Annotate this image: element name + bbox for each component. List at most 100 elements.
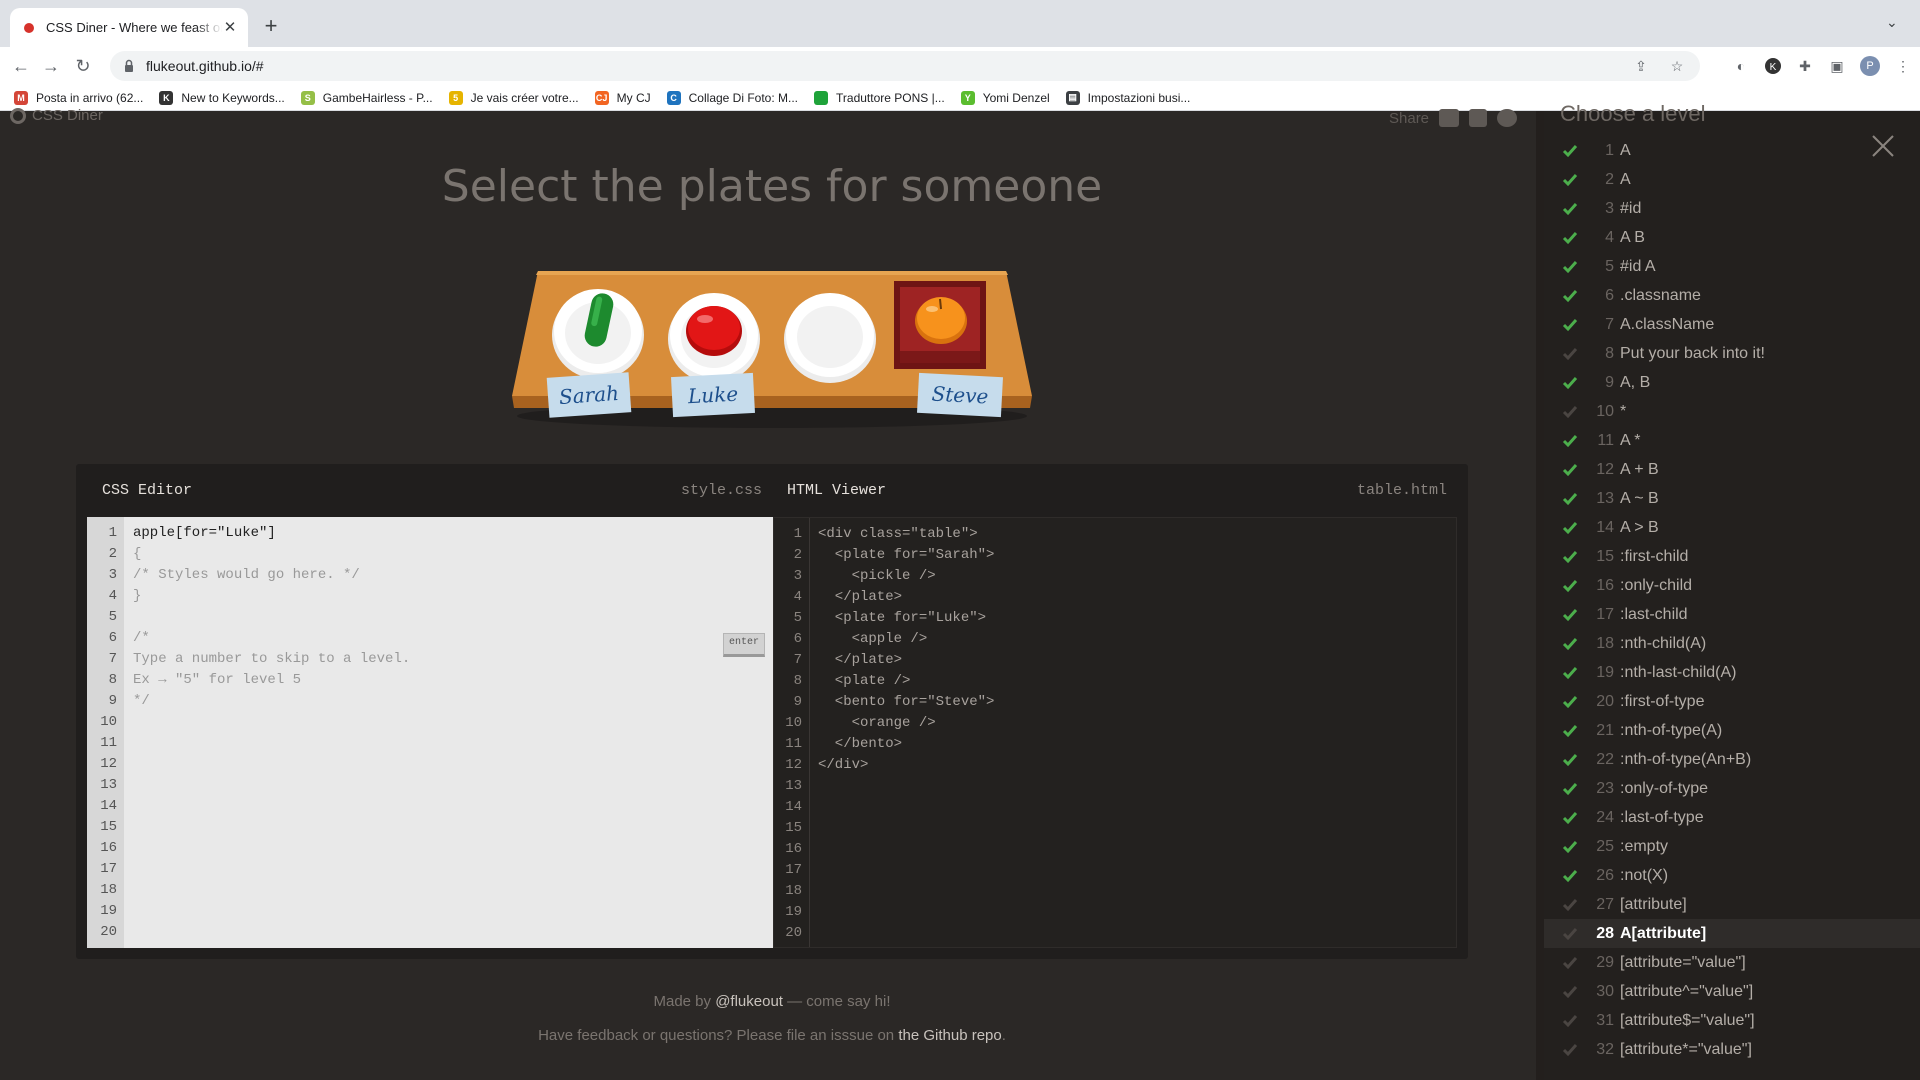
side-panel-icon[interactable]: ▣	[1828, 57, 1846, 75]
plate-empty[interactable]	[782, 289, 878, 385]
level-item-21[interactable]: 21:nth-of-type(A)	[1544, 716, 1920, 745]
level-item-15[interactable]: 15:first-child	[1544, 542, 1920, 571]
forward-icon[interactable]: →	[38, 53, 64, 79]
html-code-line[interactable]: <bento for="Steve">	[818, 694, 995, 710]
browser-tab[interactable]: CSS Diner - Where we feast on CSS ✕	[10, 8, 248, 47]
level-item-12[interactable]: 12 A + B	[1544, 455, 1920, 484]
email-icon[interactable]	[1439, 109, 1460, 127]
level-item-27[interactable]: 27 [attribute]	[1544, 890, 1920, 919]
twitter-icon[interactable]	[1497, 109, 1518, 127]
html-line-number: 12	[785, 757, 802, 773]
close-tab-icon[interactable]: ✕	[222, 19, 238, 36]
level-item-32[interactable]: 32 [attribute*="value"]	[1544, 1035, 1920, 1064]
html-code-line[interactable]: <div class="table">	[818, 526, 978, 542]
html-code-line[interactable]: </bento>	[818, 736, 902, 752]
css-selector-input[interactable]: apple[for="Luke"]	[133, 525, 276, 541]
extension-moon-icon[interactable]: ◐	[1732, 57, 1750, 75]
level-item-24[interactable]: 24:last-of-type	[1544, 803, 1920, 832]
level-item-5[interactable]: 5 #id A	[1544, 252, 1920, 281]
checkmark-icon	[1562, 231, 1578, 244]
browser-menu-icon[interactable]: ⋮	[1894, 57, 1912, 75]
reload-icon[interactable]: ↻	[70, 53, 96, 79]
bookmark-item[interactable]: S GambeHairless - P...	[300, 90, 433, 105]
level-item-26[interactable]: 26:not(X)	[1544, 861, 1920, 890]
level-item-16[interactable]: 16:only-child	[1544, 571, 1920, 600]
bookmark-item[interactable]: 5 Je vais créer votre...	[448, 90, 579, 105]
level-item-11[interactable]: 11 A *	[1544, 426, 1920, 455]
level-item-2[interactable]: 2A	[1544, 165, 1920, 194]
shopify-icon: S	[300, 90, 315, 105]
checkmark-icon	[1562, 608, 1578, 621]
level-item-30[interactable]: 30 [attribute^="value"]	[1544, 977, 1920, 1006]
profile-avatar[interactable]: P	[1860, 56, 1880, 76]
checkmark-icon	[1562, 144, 1578, 157]
level-item-10[interactable]: 10 *	[1544, 397, 1920, 426]
enter-button[interactable]: enter	[723, 633, 765, 657]
checkmark-icon	[1562, 1014, 1578, 1027]
html-code-line[interactable]: </plate>	[818, 652, 902, 668]
github-repo-link[interactable]: the Github repo	[898, 1027, 1001, 1044]
level-item-8[interactable]: 8 Put your back into it!	[1544, 339, 1920, 368]
level-item-19[interactable]: 19:nth-last-child(A)	[1544, 658, 1920, 687]
level-item-22[interactable]: 22:nth-of-type(An+B)	[1544, 745, 1920, 774]
html-code-line[interactable]: <pickle />	[818, 568, 936, 584]
logo[interactable]: CSS Diner	[10, 107, 103, 124]
apple[interactable]	[685, 301, 743, 357]
html-code-line[interactable]: <apple />	[818, 631, 928, 647]
extensions-puzzle-icon[interactable]: ✚	[1796, 57, 1814, 75]
html-code-line[interactable]: <orange />	[818, 715, 936, 731]
css-code-line: }	[133, 588, 142, 604]
bookmark-item[interactable]: Y Yomi Denzel	[960, 90, 1050, 105]
level-number: 13	[1596, 489, 1614, 507]
bookmark-item[interactable]: K New to Keywords...	[159, 90, 285, 105]
level-item-3[interactable]: 3 #id	[1544, 194, 1920, 223]
level-item-17[interactable]: 17:last-child	[1544, 600, 1920, 629]
tab-search-icon[interactable]: ⌄	[1886, 14, 1904, 32]
extension-k-icon[interactable]: K	[1764, 57, 1782, 75]
level-item-1[interactable]: 1A	[1544, 136, 1920, 165]
bookmark-item[interactable]: CJ My CJ	[594, 90, 651, 105]
html-code-line[interactable]: <plate />	[818, 673, 911, 689]
plate-sarah[interactable]	[550, 285, 646, 381]
back-icon[interactable]: ←	[8, 53, 34, 79]
level-item-29[interactable]: 29 [attribute="value"]	[1544, 948, 1920, 977]
html-code-line[interactable]: <plate for="Sarah">	[818, 547, 995, 563]
url-text: flukeout.github.io/#	[146, 58, 264, 74]
level-item-28[interactable]: 28 A[attribute]	[1544, 919, 1920, 948]
level-number: 27	[1596, 895, 1614, 913]
level-item-23[interactable]: 23:only-of-type	[1544, 774, 1920, 803]
level-item-14[interactable]: 14 A > B	[1544, 513, 1920, 542]
html-code-line[interactable]: </div>	[818, 757, 868, 773]
checkmark-icon	[1562, 1043, 1578, 1056]
level-item-18[interactable]: 18:nth-child(A)	[1544, 629, 1920, 658]
css-input-area[interactable]: 1 2 3 4 5 6 7 8 9 10 11 12 13 14 15 16 17 18 19 20 apple[for…	[87, 517, 773, 948]
plate-luke[interactable]	[666, 289, 762, 385]
html-code-line[interactable]: </plate>	[818, 589, 902, 605]
css-line-number: 17	[100, 861, 117, 877]
css-line-number: 10	[100, 714, 117, 730]
share-page-icon[interactable]: ⇪	[1632, 57, 1650, 75]
new-tab-icon[interactable]: +	[258, 13, 284, 39]
level-item-9[interactable]: 9 A, B	[1544, 368, 1920, 397]
level-item-20[interactable]: 20:first-of-type	[1544, 687, 1920, 716]
orange[interactable]	[914, 293, 968, 345]
facebook-icon[interactable]	[1469, 109, 1488, 127]
bookmark-item[interactable]: ▤ Impostazioni busi...	[1065, 90, 1190, 105]
html-code-line[interactable]: <plate for="Luke">	[818, 610, 986, 626]
page-scrollbar[interactable]	[1536, 111, 1544, 1080]
level-name: :last-child	[1620, 605, 1688, 623]
level-item-6[interactable]: 6 .classname	[1544, 281, 1920, 310]
level-item-25[interactable]: 25:empty	[1544, 832, 1920, 861]
bookmark-item[interactable]: Traduttore PONS |...	[814, 90, 945, 105]
level-item-7[interactable]: 7 A.className	[1544, 310, 1920, 339]
bookmark-item[interactable]: M Posta in arrivo (62...	[14, 90, 143, 105]
level-item-13[interactable]: 13 A ~ B	[1544, 484, 1920, 513]
bookmark-item[interactable]: C Collage Di Foto: M...	[666, 90, 798, 105]
level-item-4[interactable]: 4 A B	[1544, 223, 1920, 252]
flukeout-link[interactable]: @flukeout	[715, 993, 783, 1010]
level-item-31[interactable]: 31 [attribute$="value"]	[1544, 1006, 1920, 1035]
bento-steve[interactable]	[894, 281, 986, 369]
bookmark-star-icon[interactable]: ☆	[1668, 57, 1686, 75]
level-menu-title: Choose a level	[1560, 101, 1706, 126]
address-bar[interactable]: flukeout.github.io/# ⇪ ☆	[110, 51, 1700, 81]
